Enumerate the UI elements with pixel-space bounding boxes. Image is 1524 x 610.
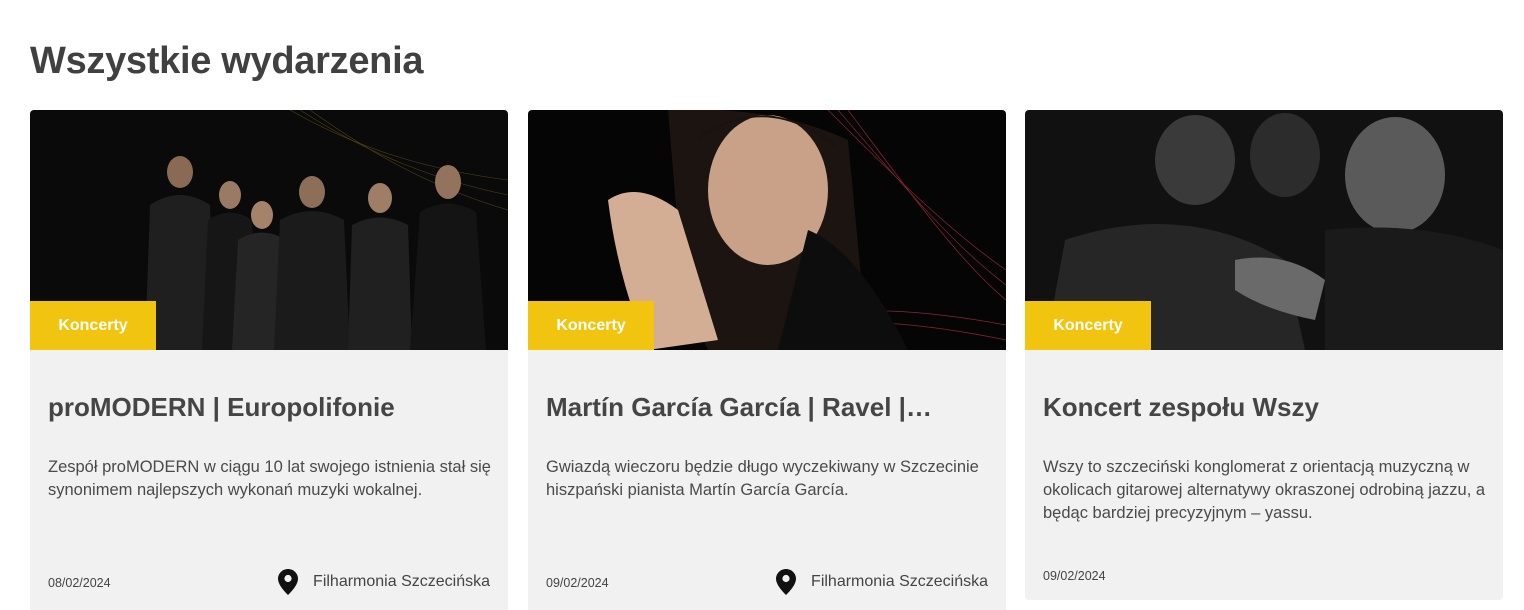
category-badge[interactable]: Koncerty: [1025, 301, 1151, 350]
event-card-wszy[interactable]: Koncerty Koncert zespołu Wszy Wszy to sz…: [1025, 110, 1503, 600]
event-date: 09/02/2024: [546, 576, 609, 590]
location-name: Filharmonia Szczecińska: [811, 573, 988, 590]
event-location: Filharmonia Szczecińska: [278, 569, 490, 595]
event-card-martin-garcia[interactable]: Koncerty Martín García García | Ravel |……: [528, 110, 1006, 610]
event-title[interactable]: proMODERN | Europolifonie: [48, 392, 488, 423]
event-description: Wszy to szczeciński konglomerat z orient…: [1043, 458, 1486, 522]
event-location: Filharmonia Szczecińska: [776, 569, 988, 595]
map-pin-icon: [278, 569, 299, 595]
event-title[interactable]: Martín García García | Ravel |…: [546, 392, 986, 423]
event-image[interactable]: Koncerty: [528, 110, 1006, 350]
event-image[interactable]: Koncerty: [1025, 110, 1503, 350]
event-card-promodern[interactable]: Koncerty proMODERN | Europolifonie Zespó…: [30, 110, 508, 610]
events-grid: Koncerty proMODERN | Europolifonie Zespó…: [30, 110, 1504, 610]
event-title[interactable]: Koncert zespołu Wszy: [1043, 392, 1483, 423]
event-date: 09/02/2024: [1043, 569, 1106, 583]
map-pin-icon: [776, 569, 797, 595]
event-image[interactable]: Koncerty: [30, 110, 508, 350]
event-description: Zespół proMODERN w ciągu 10 lat swojego …: [48, 458, 491, 499]
event-description: Gwiazdą wieczoru będzie długo wyczekiwan…: [546, 458, 979, 499]
location-name: Filharmonia Szczecińska: [313, 573, 490, 590]
page-title: Wszystkie wydarzenia: [30, 40, 424, 82]
category-badge[interactable]: Koncerty: [528, 301, 654, 350]
event-date: 08/02/2024: [48, 576, 111, 590]
category-badge[interactable]: Koncerty: [30, 301, 156, 350]
